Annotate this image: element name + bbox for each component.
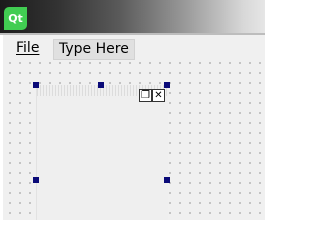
resize-handle-top[interactable] [98,82,104,88]
resize-handle-top-right[interactable] [164,82,170,88]
qt-logo-icon[interactable]: Qt [4,7,27,30]
menu-file[interactable]: File [16,39,39,58]
close-icon[interactable]: ✕ [152,89,165,102]
restore-icon[interactable]: ❐ [139,89,152,102]
menu-bar: File Type Here [3,35,265,61]
resize-handle-top-left[interactable] [33,82,39,88]
resize-handle-left[interactable] [33,177,39,183]
resize-handle-right[interactable] [164,177,170,183]
menu-type-here[interactable]: Type Here [53,39,135,60]
selected-subwindow-widget[interactable] [36,85,168,220]
window-title-bar[interactable]: Qt [0,0,265,33]
